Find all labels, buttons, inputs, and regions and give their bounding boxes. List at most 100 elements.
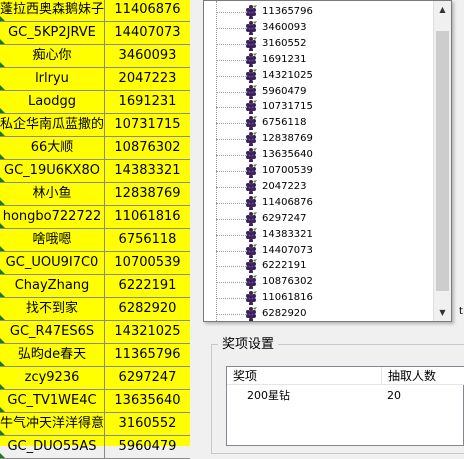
tree-list-item[interactable]: 11061816 xyxy=(204,290,434,306)
grid-row[interactable]: lrlryu 2047223 xyxy=(0,68,190,91)
column-header-prize[interactable]: 奖项 xyxy=(227,367,382,385)
player-name-cell[interactable]: 蓬拉西奥森鹅妹子情 xyxy=(0,0,105,21)
grid-row[interactable]: 啥哦嗯 6756118 xyxy=(0,229,190,252)
cell-comment-marker-icon xyxy=(0,85,5,90)
player-id-cell[interactable]: 3160552 xyxy=(105,413,190,435)
player-name-cell[interactable]: 林小鱼 xyxy=(0,183,105,205)
tree-list-item[interactable]: 13635640 xyxy=(204,147,434,163)
player-name-cell[interactable]: 痴心你 xyxy=(0,45,105,67)
tree-list-item[interactable]: 14407073 xyxy=(204,243,434,259)
grid-row[interactable]: ChayZhang 6222191 xyxy=(0,275,190,298)
award-row-count[interactable]: 20 xyxy=(387,387,401,405)
player-name-cell[interactable]: Laodgg xyxy=(0,91,105,113)
grid-row[interactable]: 蓬拉西奥森鹅妹子情11406876 xyxy=(0,0,190,22)
player-id-cell[interactable]: 10876302 xyxy=(105,137,190,159)
tree-list-item[interactable]: 10876302 xyxy=(204,274,434,290)
grid-row[interactable]: GC_R47ES6S 14321025 xyxy=(0,321,190,344)
player-id-cell[interactable]: 12838769 xyxy=(105,183,190,205)
grid-row[interactable]: 66大顺 10876302 xyxy=(0,137,190,160)
column-header-count[interactable]: 抽取人数 xyxy=(382,367,464,385)
tree-list-item[interactable]: 6282920 xyxy=(204,306,434,321)
tree-list-item[interactable]: 5960479 xyxy=(204,84,434,100)
player-name-cell[interactable]: GC_DUO55AS xyxy=(0,436,105,458)
tree-branch-line xyxy=(216,155,246,157)
player-id-cell[interactable]: 11365796 xyxy=(105,344,190,366)
tree-list-item[interactable]: 1691231 xyxy=(204,52,434,68)
tree-list-item[interactable]: 10700539 xyxy=(204,163,434,179)
scrollbar-thumb[interactable] xyxy=(436,31,449,291)
grid-row[interactable]: GC_DUO55AS 5960479 xyxy=(0,436,190,459)
grid-row[interactable]: 痴心你 3460093 xyxy=(0,45,190,68)
tree-branch-line xyxy=(216,314,246,316)
player-name-cell[interactable]: 66大顺 xyxy=(0,137,105,159)
player-id-cell[interactable]: 14407073 xyxy=(105,22,190,44)
player-id-cell[interactable]: 10731715 xyxy=(105,114,190,136)
tree-list-item[interactable]: 14321025 xyxy=(204,68,434,84)
player-id-cell[interactable]: 1691231 xyxy=(105,91,190,113)
grid-row[interactable]: 私企华南瓜蓝撒的 10731715 xyxy=(0,114,190,137)
player-name-cell[interactable]: 私企华南瓜蓝撒的 xyxy=(0,114,105,136)
player-name-cell[interactable]: 啥哦嗯 xyxy=(0,229,105,251)
player-id-cell[interactable]: 13635640 xyxy=(105,390,190,412)
player-name-cell[interactable]: zcy9236 xyxy=(0,367,105,389)
scroll-up-button[interactable]: ▲ xyxy=(434,1,451,18)
tree-list-item[interactable]: 3460093 xyxy=(204,20,434,36)
grid-row[interactable]: GC_19U6KX8O 14383321 xyxy=(0,160,190,183)
player-name-cell[interactable]: GC_UOU9I7C0 xyxy=(0,252,105,274)
player-name-cell[interactable]: GC_TV1WE4C xyxy=(0,390,105,412)
tree-list-item[interactable]: 2047223 xyxy=(204,179,434,195)
tree-list-item[interactable]: 3160552 xyxy=(204,36,434,52)
grid-row[interactable]: 牛气冲天洋洋得意 3160552 xyxy=(0,413,190,436)
grid-row[interactable]: GC_TV1WE4C 13635640 xyxy=(0,390,190,413)
player-name-cell[interactable]: 弘昀de春天 xyxy=(0,344,105,366)
grid-row[interactable]: GC_5KP2JRVE 14407073 xyxy=(0,22,190,45)
player-id-cell[interactable]: 2047223 xyxy=(105,68,190,90)
player-name-cell[interactable]: lrlryu xyxy=(0,68,105,90)
award-table[interactable]: 奖项 抽取人数 200星钻 20 xyxy=(226,366,464,446)
player-name: GC_TV1WE4C xyxy=(7,393,97,408)
player-name-cell[interactable]: hongbo722722 xyxy=(0,206,105,228)
grid-row[interactable]: 找不到家 6282920 xyxy=(0,298,190,321)
tree-item-label: 10731715 xyxy=(262,101,313,113)
player-id-cell[interactable]: 6282920 xyxy=(105,298,190,320)
player-id-cell[interactable]: 11061816 xyxy=(105,206,190,228)
player-id-cell[interactable]: 3460093 xyxy=(105,45,190,67)
player-name-cell[interactable]: GC_5KP2JRVE xyxy=(0,22,105,44)
player-id-cell[interactable]: 11406876 xyxy=(105,0,190,21)
tree-list-item[interactable]: 12838769 xyxy=(204,131,434,147)
tree-list-item[interactable]: 6222191 xyxy=(204,258,434,274)
grid-row[interactable]: zcy9236 6297247 xyxy=(0,367,190,390)
id-tree-dropdown[interactable]: 11365796 3460093 3160552 1691231 14321025 596… xyxy=(203,0,452,322)
grid-row[interactable]: GC_UOU9I7C0 10700539 xyxy=(0,252,190,275)
player-name: 弘昀de春天 xyxy=(17,347,87,362)
tree-list-item[interactable]: 10731715 xyxy=(204,99,434,115)
grid-row[interactable]: 林小鱼 12838769 xyxy=(0,183,190,206)
tree-list-item[interactable]: 6297247 xyxy=(204,211,434,227)
player-id-cell[interactable]: 10700539 xyxy=(105,252,190,274)
award-row-prize[interactable]: 200星钻 xyxy=(247,387,290,405)
player-id-cell[interactable]: 6756118 xyxy=(105,229,190,251)
player-name-cell[interactable]: GC_19U6KX8O xyxy=(0,160,105,182)
player-name-cell[interactable]: GC_R47ES6S xyxy=(0,321,105,343)
player-name-cell[interactable]: 找不到家 xyxy=(0,298,105,320)
vertical-scrollbar[interactable]: ▲ ▼ xyxy=(433,1,451,321)
cell-comment-marker-icon xyxy=(0,453,5,458)
grid-row[interactable]: Laodgg 1691231 xyxy=(0,91,190,114)
player-id-cell[interactable]: 6222191 xyxy=(105,275,190,297)
grid-row[interactable]: hongbo722722 11061816 xyxy=(0,206,190,229)
player-id-cell[interactable]: 14321025 xyxy=(105,321,190,343)
player-name: zcy9236 xyxy=(24,370,80,385)
player-name-cell[interactable]: ChayZhang xyxy=(0,275,105,297)
player-id-cell[interactable]: 14383321 xyxy=(105,160,190,182)
player-name: Laodgg xyxy=(28,94,76,109)
grape-cluster-icon xyxy=(246,195,257,210)
player-id-cell[interactable]: 5960479 xyxy=(105,436,190,458)
grid-row[interactable]: 弘昀de春天 11365796 xyxy=(0,344,190,367)
player-name-cell[interactable]: 牛气冲天洋洋得意 xyxy=(0,413,105,435)
tree-list-item[interactable]: 6756118 xyxy=(204,115,434,131)
tree-list-item[interactable]: 11365796 xyxy=(204,4,434,20)
scroll-down-button[interactable]: ▼ xyxy=(434,304,451,321)
tree-list-item[interactable]: 14383321 xyxy=(204,227,434,243)
tree-list-item[interactable]: 11406876 xyxy=(204,195,434,211)
player-id-cell[interactable]: 6297247 xyxy=(105,367,190,389)
